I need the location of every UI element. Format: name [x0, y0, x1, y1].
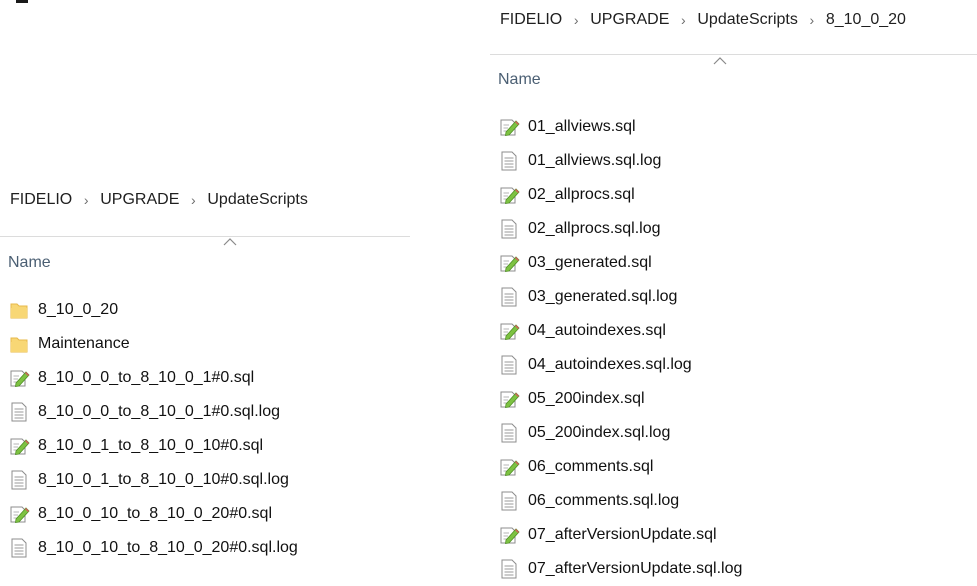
file-name: 07_afterVersionUpdate.sql — [528, 526, 717, 543]
file-name: 02_allprocs.sql.log — [528, 220, 661, 237]
file-name: 01_allviews.sql.log — [528, 152, 662, 169]
file-item[interactable]: 05_200index.sql.log — [498, 416, 742, 450]
file-item[interactable]: 8_10_0_10_to_8_10_0_20#0.sql.log — [8, 531, 298, 565]
file-item[interactable]: 03_generated.sql.log — [498, 280, 742, 314]
breadcrumb-item-updatescripts[interactable]: UpdateScripts — [207, 191, 308, 209]
file-item[interactable]: 06_comments.sql — [498, 450, 742, 484]
text-file-icon — [501, 355, 517, 375]
sql-file-icon — [500, 323, 520, 340]
header-divider — [0, 236, 410, 237]
file-item[interactable]: 8_10_0_1_to_8_10_0_10#0.sql — [8, 429, 298, 463]
sort-ascending-icon[interactable] — [713, 56, 727, 66]
folder-item[interactable]: Maintenance — [8, 327, 298, 361]
breadcrumb: FIDELIO › UPGRADE › UpdateScripts › 8_10… — [490, 0, 977, 40]
chevron-right-icon[interactable]: › — [72, 192, 100, 208]
breadcrumb-item-updatescripts[interactable]: UpdateScripts — [697, 11, 798, 29]
file-name: 02_allprocs.sql — [528, 186, 635, 203]
file-name: 8_10_0_0_to_8_10_0_1#0.sql.log — [38, 403, 281, 420]
file-name: Maintenance — [38, 335, 130, 352]
file-item[interactable]: 01_allviews.sql — [498, 110, 742, 144]
file-name: 8_10_0_20 — [38, 301, 119, 318]
file-item[interactable]: 04_autoindexes.sql.log — [498, 348, 742, 382]
file-item[interactable]: 07_afterVersionUpdate.sql.log — [498, 552, 742, 586]
file-item[interactable]: 8_10_0_1_to_8_10_0_10#0.sql.log — [8, 463, 298, 497]
file-list: 01_allviews.sql 01_allviews.sql.log 02_all… — [498, 110, 742, 586]
corner-mark — [16, 0, 28, 3]
file-name: 8_10_0_10_to_8_10_0_20#0.sql — [38, 505, 273, 522]
sql-file-icon — [500, 255, 520, 272]
file-list: 8_10_0_20 Maintenance 8_10_0_0_to_8_10_0_1… — [8, 293, 298, 565]
text-file-icon — [11, 470, 27, 490]
file-name: 07_afterVersionUpdate.sql.log — [528, 560, 743, 577]
text-file-icon — [501, 287, 517, 307]
text-file-icon — [11, 402, 27, 422]
sql-file-icon — [500, 527, 520, 544]
file-item[interactable]: 03_generated.sql — [498, 246, 742, 280]
sort-ascending-icon[interactable] — [223, 237, 237, 247]
file-name: 04_autoindexes.sql.log — [528, 356, 692, 373]
chevron-right-icon[interactable]: › — [798, 12, 826, 28]
file-name: 8_10_0_1_to_8_10_0_10#0.sql.log — [38, 471, 289, 488]
chevron-right-icon[interactable]: › — [669, 12, 697, 28]
file-name: 8_10_0_0_to_8_10_0_1#0.sql — [38, 369, 255, 386]
breadcrumb: FIDELIO › UPGRADE › UpdateScripts — [0, 180, 410, 220]
text-file-icon — [11, 538, 27, 558]
file-item[interactable]: 01_allviews.sql.log — [498, 144, 742, 178]
folder-icon — [10, 303, 28, 319]
file-name: 01_allviews.sql — [528, 118, 636, 135]
file-name: 06_comments.sql — [528, 458, 654, 475]
file-name: 05_200index.sql — [528, 390, 645, 407]
breadcrumb-item-8-10-0-20[interactable]: 8_10_0_20 — [826, 11, 906, 29]
sql-file-icon — [10, 506, 30, 523]
sql-file-icon — [10, 438, 30, 455]
chevron-right-icon[interactable]: › — [562, 12, 590, 28]
file-item[interactable]: 8_10_0_10_to_8_10_0_20#0.sql — [8, 497, 298, 531]
breadcrumb-item-fidelio[interactable]: FIDELIO — [500, 11, 562, 29]
chevron-right-icon[interactable]: › — [179, 192, 207, 208]
breadcrumb-item-upgrade[interactable]: UPGRADE — [100, 191, 179, 209]
text-file-icon — [501, 559, 517, 579]
header-divider — [490, 54, 977, 55]
file-name: 04_autoindexes.sql — [528, 322, 666, 339]
file-name: 03_generated.sql — [528, 254, 652, 271]
file-item[interactable]: 02_allprocs.sql.log — [498, 212, 742, 246]
file-item[interactable]: 04_autoindexes.sql — [498, 314, 742, 348]
breadcrumb-item-fidelio[interactable]: FIDELIO — [10, 191, 72, 209]
file-name: 06_comments.sql.log — [528, 492, 680, 509]
file-item[interactable]: 05_200index.sql — [498, 382, 742, 416]
sql-file-icon — [10, 370, 30, 387]
sql-file-icon — [500, 119, 520, 136]
file-item[interactable]: 07_afterVersionUpdate.sql — [498, 518, 742, 552]
text-file-icon — [501, 423, 517, 443]
explorer-pane-left: FIDELIO › UPGRADE › UpdateScripts Name 8… — [0, 180, 410, 583]
file-item[interactable]: 06_comments.sql.log — [498, 484, 742, 518]
sql-file-icon — [500, 459, 520, 476]
explorer-pane-right: FIDELIO › UPGRADE › UpdateScripts › 8_10… — [490, 0, 977, 583]
sql-file-icon — [500, 187, 520, 204]
file-name: 03_generated.sql.log — [528, 288, 678, 305]
file-item[interactable]: 8_10_0_0_to_8_10_0_1#0.sql — [8, 361, 298, 395]
text-file-icon — [501, 151, 517, 171]
text-file-icon — [501, 219, 517, 239]
file-name: 8_10_0_10_to_8_10_0_20#0.sql.log — [38, 539, 298, 556]
file-item[interactable]: 02_allprocs.sql — [498, 178, 742, 212]
file-item[interactable]: 8_10_0_0_to_8_10_0_1#0.sql.log — [8, 395, 298, 429]
folder-item[interactable]: 8_10_0_20 — [8, 293, 298, 327]
breadcrumb-item-upgrade[interactable]: UPGRADE — [590, 11, 669, 29]
file-name: 8_10_0_1_to_8_10_0_10#0.sql — [38, 437, 264, 454]
sql-file-icon — [500, 391, 520, 408]
column-header-name[interactable]: Name — [8, 254, 51, 272]
column-header-name[interactable]: Name — [498, 71, 541, 89]
file-name: 05_200index.sql.log — [528, 424, 671, 441]
text-file-icon — [501, 491, 517, 511]
folder-icon — [10, 337, 28, 353]
